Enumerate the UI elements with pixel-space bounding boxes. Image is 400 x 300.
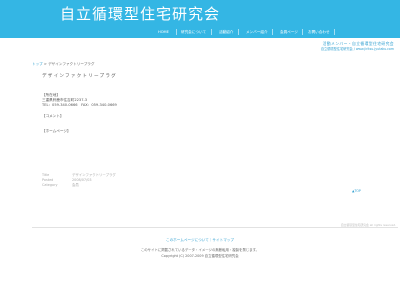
homepage-heading: 【ホームページ】 — [42, 129, 71, 133]
nav-home[interactable]: HOME — [158, 29, 169, 35]
nav-separator — [334, 29, 335, 35]
page-top-link[interactable]: ▲TOP — [352, 189, 361, 193]
breadcrumb-home-link[interactable]: トップ — [32, 62, 43, 66]
nav-about[interactable]: 研究会について — [181, 29, 206, 35]
site-title[interactable]: 自立循環型住宅研究会 — [60, 3, 220, 24]
nav-separator — [272, 29, 273, 35]
member-area-sub[interactable]: 自立循環型住宅研究会 / www.jiritsu-jyutaku.com — [321, 46, 394, 51]
nav-member-page[interactable]: 会員ページ — [280, 29, 298, 35]
nav-members[interactable]: メンバー紹介 — [246, 29, 268, 35]
phone-fax-text: TEL：059-340-0666 FAX：059-340-0669 — [42, 103, 117, 107]
meta-value[interactable]: 会員 — [72, 183, 79, 188]
breadcrumb-current: デザインファクトリープラグ — [48, 62, 95, 66]
breadcrumb: トップ > デザインファクトリープラグ — [32, 62, 94, 67]
footer-copyright: Copyright (C) 2007-2009 自立循環型住宅研究会 — [161, 254, 239, 258]
footer-links[interactable]: このホームページについて｜サイトマップ — [0, 238, 400, 243]
nav-separator — [302, 29, 303, 35]
nav-separator — [211, 29, 212, 35]
nav-contact[interactable]: お問い合わせ — [308, 29, 330, 35]
nav-separator — [176, 29, 177, 35]
nav-separator — [238, 29, 239, 35]
site-header: 自立循環型住宅研究会 HOME 研究会について 活動紹介 メンバー紹介 会員ペー… — [0, 0, 400, 38]
comment-heading: 【コメント】 — [42, 114, 64, 118]
page-title: デザインファクトリープラグ — [42, 74, 117, 79]
footer-divider — [32, 227, 398, 228]
footer-note: このサイトに掲載されているデータ・イメージの無断転用・複製を禁じます。 — [140, 248, 260, 252]
global-nav: HOME 研究会について 活動紹介 メンバー紹介 会員ページ お問い合わせ — [0, 28, 400, 38]
meta-label: Category — [42, 183, 58, 187]
nav-activities[interactable]: 活動紹介 — [219, 29, 233, 35]
